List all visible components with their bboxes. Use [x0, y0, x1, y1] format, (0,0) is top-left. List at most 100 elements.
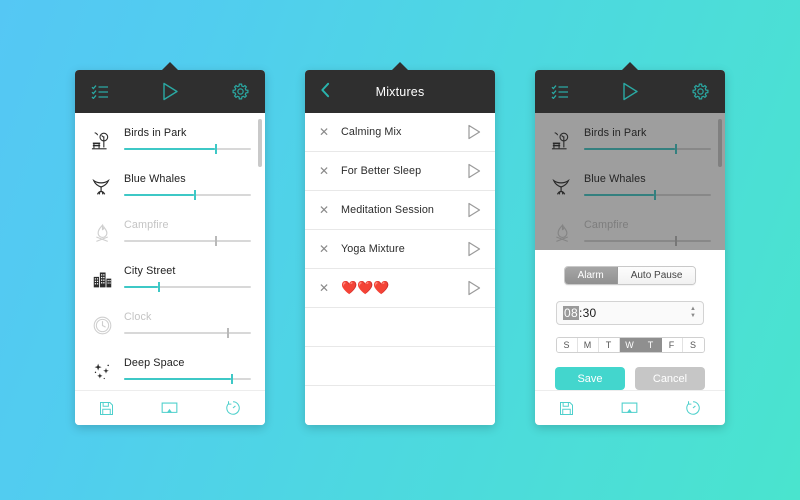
volume-slider[interactable]	[124, 236, 251, 246]
close-icon[interactable]: ✕	[319, 165, 329, 177]
mixture-row[interactable]: ✕ Yoga Mixture	[305, 230, 495, 269]
sound-label: City Street	[124, 265, 176, 277]
day-sat[interactable]: S	[682, 337, 704, 352]
sound-row[interactable]: Clock	[75, 301, 265, 347]
mixture-label: For Better Sleep	[341, 165, 422, 177]
sound-label: Clock	[124, 311, 152, 323]
sound-row[interactable]: Deep Space	[75, 347, 265, 390]
alarm-minutes[interactable]: :30	[579, 306, 597, 320]
sound-row: Campfire	[535, 209, 725, 255]
mixture-label: ❤️❤️❤️	[341, 280, 390, 295]
dialog-actions: Save Cancel	[555, 367, 705, 390]
mixture-row[interactable]: ✕ Calming Mix	[305, 113, 495, 152]
day-sun[interactable]: S	[556, 337, 578, 352]
whale-tail-icon	[550, 174, 574, 200]
timer-icon[interactable]	[685, 400, 701, 416]
mixtures-title: Mixtures	[375, 84, 425, 99]
sound-label: Birds in Park	[124, 127, 187, 139]
campfire-icon	[550, 220, 574, 246]
volume-slider[interactable]	[124, 282, 251, 292]
close-icon[interactable]: ✕	[319, 282, 329, 294]
sound-row[interactable]: Birds in Park	[75, 117, 265, 163]
sound-label: Blue Whales	[584, 173, 646, 185]
mixtures-header: Mixtures	[305, 70, 495, 113]
sound-label: Deep Space	[124, 357, 185, 369]
alarm-time-input[interactable]: 08:30 ▲ ▼	[556, 301, 704, 325]
sound-row: Blue Whales	[535, 163, 725, 209]
play-icon[interactable]	[622, 82, 639, 101]
alarm-panel: Birds in Park Blue Whales Campfire Alarm…	[535, 62, 725, 425]
sounds-panel: Birds in Park Blue Whales Campfire City …	[75, 62, 265, 425]
play-icon[interactable]	[467, 241, 481, 257]
sparkles-icon[interactable]	[90, 358, 114, 384]
mixture-row-empty	[305, 347, 495, 386]
mixture-row-empty	[305, 386, 495, 425]
checklist-icon[interactable]	[551, 84, 569, 99]
cast-screen-icon[interactable]	[621, 401, 638, 416]
alarm-hours[interactable]: 08	[563, 305, 579, 320]
alarm-footer	[535, 390, 725, 425]
day-thu[interactable]: T	[640, 337, 662, 352]
volume-slider	[584, 236, 711, 246]
mixture-row[interactable]: ✕ For Better Sleep	[305, 152, 495, 191]
gear-icon[interactable]	[692, 83, 709, 100]
sound-row[interactable]: Campfire	[75, 209, 265, 255]
sound-label: Campfire	[584, 219, 629, 231]
sound-label: Campfire	[124, 219, 169, 231]
sound-row: Birds in Park	[535, 117, 725, 163]
floppy-save-icon[interactable]	[99, 401, 114, 416]
whale-tail-icon[interactable]	[90, 174, 114, 200]
play-icon[interactable]	[467, 163, 481, 179]
sound-row[interactable]: Blue Whales	[75, 163, 265, 209]
tab-alarm[interactable]: Alarm	[564, 267, 618, 285]
save-button[interactable]: Save	[555, 367, 625, 390]
volume-slider[interactable]	[124, 374, 251, 384]
volume-slider[interactable]	[124, 190, 251, 200]
alarm-mode-tabs[interactable]: Alarm Auto Pause	[563, 266, 697, 286]
play-icon[interactable]	[467, 124, 481, 140]
sound-label: Birds in Park	[584, 127, 647, 139]
stepper-down-icon[interactable]: ▼	[690, 313, 696, 319]
volume-slider	[584, 144, 711, 154]
mixtures-list: ✕ Calming Mix ✕ For Better Sleep ✕ Medit…	[305, 113, 495, 425]
day-fri[interactable]: F	[661, 337, 683, 352]
close-icon[interactable]: ✕	[319, 204, 329, 216]
close-icon[interactable]: ✕	[319, 243, 329, 255]
day-mon[interactable]: M	[577, 337, 599, 352]
cast-screen-icon[interactable]	[161, 401, 178, 416]
tree-bench-icon	[550, 128, 574, 154]
alarm-header	[535, 70, 725, 113]
floppy-save-icon[interactable]	[559, 401, 574, 416]
play-icon[interactable]	[467, 202, 481, 218]
tab-auto-pause[interactable]: Auto Pause	[617, 267, 696, 285]
mixture-row[interactable]: ✕ Meditation Session	[305, 191, 495, 230]
mixture-row[interactable]: ✕ ❤️❤️❤️	[305, 269, 495, 308]
tree-bench-icon[interactable]	[90, 128, 114, 154]
day-tue[interactable]: T	[598, 337, 620, 352]
time-stepper[interactable]: ▲ ▼	[690, 306, 696, 319]
volume-slider[interactable]	[124, 144, 251, 154]
mixture-label: Yoga Mixture	[341, 243, 405, 255]
checklist-icon[interactable]	[91, 84, 109, 99]
sounds-scrollbar[interactable]	[258, 119, 262, 167]
play-icon[interactable]	[467, 280, 481, 296]
day-wed[interactable]: W	[619, 337, 641, 352]
close-icon[interactable]: ✕	[319, 126, 329, 138]
sounds-scrollbar[interactable]	[718, 119, 722, 167]
timer-icon[interactable]	[225, 400, 241, 416]
campfire-icon[interactable]	[90, 220, 114, 246]
alarm-dialog: Alarm Auto Pause 08:30 ▲ ▼ S M T W T F S	[535, 250, 725, 390]
gear-icon[interactable]	[232, 83, 249, 100]
sound-row[interactable]: City Street	[75, 255, 265, 301]
sounds-footer	[75, 390, 265, 425]
volume-slider[interactable]	[124, 328, 251, 338]
mixture-row-empty	[305, 308, 495, 347]
buildings-icon[interactable]	[90, 266, 114, 292]
cancel-button[interactable]: Cancel	[635, 367, 705, 390]
sounds-list[interactable]: Birds in Park Blue Whales Campfire City …	[75, 113, 265, 390]
sounds-header	[75, 70, 265, 113]
stepper-up-icon[interactable]: ▲	[690, 306, 696, 312]
play-icon[interactable]	[162, 82, 179, 101]
weekday-selector[interactable]: S M T W T F S	[555, 336, 705, 353]
clock-icon[interactable]	[90, 312, 114, 338]
